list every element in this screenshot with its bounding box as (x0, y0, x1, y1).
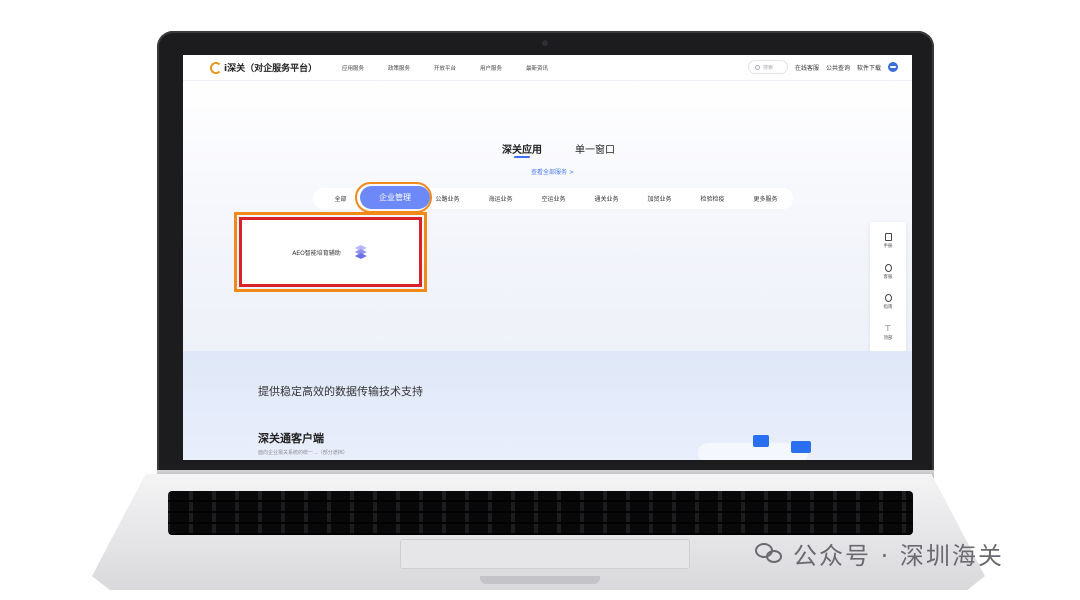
float-guide-label: 指南 (883, 305, 893, 311)
tab-shenguan-apps[interactable]: 深关应用 (502, 141, 542, 158)
category-processing-trade[interactable]: 加贸业务 (633, 194, 686, 203)
hero-section: 深关应用 单一窗口 查看全部服务 > 全部 公路业务 海运业务 空运业务 通关业… (183, 81, 912, 352)
watermark-text: 公众号 · 深圳海关 (793, 542, 1004, 570)
category-more[interactable]: 更多服务 (739, 194, 792, 203)
base-notch (480, 576, 600, 584)
category-inspection[interactable]: 检验检疫 (686, 194, 739, 203)
float-manual-label: 手册 (883, 244, 893, 250)
link-online-service[interactable]: 在线客服 (795, 63, 819, 72)
view-all-services-link[interactable]: 查看全部服务 > (531, 167, 574, 176)
illustration-block (753, 435, 769, 447)
search-input[interactable]: 搜索 (747, 60, 788, 74)
arrow-up-icon: ⊤ (884, 323, 892, 333)
client-description: 面向企业报关系统的统一...（部分遮挡） (258, 450, 348, 456)
laptop-screen: i深关（对企服务平台） 应用服务 政策服务 开放平台 用户服务 最新资讯 搜索 … (183, 55, 912, 460)
main-nav: 应用服务 政策服务 开放平台 用户服务 最新资讯 (330, 64, 560, 72)
lower-banner: 提供稳定高效的数据传输技术支持 深关通客户端 面向企业报关系统的统一...（部分… (183, 351, 912, 460)
floating-side-toolbar: 手册 客服 指南 ⊤ 顶部 (870, 222, 906, 352)
category-air[interactable]: 空运业务 (527, 194, 580, 203)
banner-slogan: 提供稳定高效的数据传输技术支持 (258, 385, 423, 398)
float-service-label: 客服 (883, 274, 893, 280)
float-guide[interactable]: 指南 (884, 294, 893, 310)
book-icon (884, 233, 892, 242)
headset-icon (884, 263, 892, 272)
nav-item-policy[interactable]: 政策服务 (376, 64, 422, 72)
tab-single-window[interactable]: 单一窗口 (575, 141, 615, 156)
client-title: 深关通客户端 (258, 432, 324, 445)
compass-icon (884, 294, 892, 303)
float-manual[interactable]: 手册 (884, 233, 893, 249)
app-card-aeo[interactable]: AEO智能培育辅助 (239, 217, 422, 287)
float-service[interactable]: 客服 (883, 263, 893, 280)
link-public-query[interactable]: 公共查询 (826, 63, 850, 72)
assistant-robot-icon[interactable] (888, 62, 898, 72)
category-clearance[interactable]: 通关业务 (580, 194, 633, 203)
app-card-label: AEO智能培育辅助 (292, 249, 341, 257)
wechat-watermark: 公众号 · 深圳海关 (755, 536, 1004, 571)
top-right-tools: 搜索 在线客服 公共查询 软件下载 (747, 60, 898, 74)
nav-item-user-service[interactable]: 用户服务 (468, 64, 514, 72)
nav-item-news[interactable]: 最新资讯 (514, 64, 560, 72)
logo-text: i深关（对企服务平台） (224, 64, 318, 74)
trackpad (400, 539, 690, 569)
float-top[interactable]: ⊤ 顶部 (883, 323, 893, 341)
logo-icon (210, 61, 222, 74)
keyboard (168, 491, 913, 535)
section-tabs: 深关应用 单一窗口 (502, 141, 615, 158)
camera (542, 40, 548, 46)
layers-icon (353, 245, 369, 259)
link-software-download[interactable]: 软件下载 (857, 63, 881, 72)
category-sea[interactable]: 海运业务 (474, 194, 527, 203)
top-navigation-bar: i深关（对企服务平台） 应用服务 政策服务 开放平台 用户服务 最新资讯 搜索 … (183, 55, 912, 81)
float-top-label: 顶部 (883, 335, 893, 341)
wechat-icon (755, 541, 785, 567)
illustration-block (791, 441, 811, 453)
search-placeholder: 搜索 (762, 64, 773, 71)
category-enterprise-management[interactable]: 企业管理 (360, 186, 430, 209)
nav-item-open-platform[interactable]: 开放平台 (422, 64, 468, 72)
nav-item-apps[interactable]: 应用服务 (330, 64, 376, 72)
site-logo[interactable]: i深关（对企服务平台） (210, 61, 330, 74)
search-icon (754, 64, 760, 70)
